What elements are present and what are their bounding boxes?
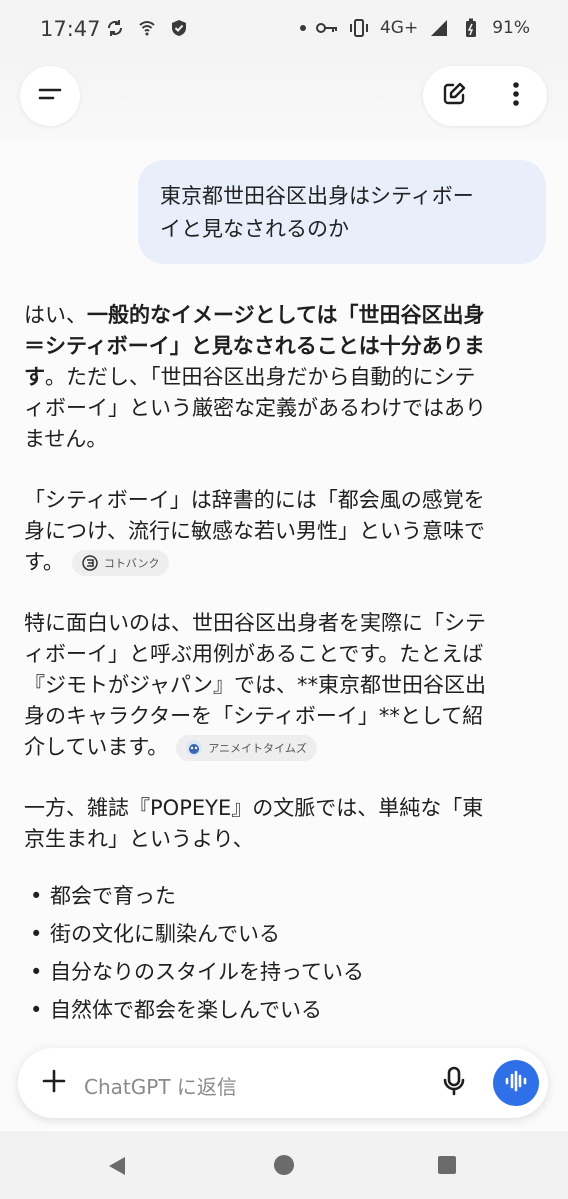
user-message-line: イと見なされるのか — [160, 217, 349, 241]
list-item: 街の文化に馴染んでいる — [24, 915, 544, 953]
response-bullet-list: 都会で育った 街の文化に馴染んでいる 自分なりのスタイルを持っている 自然体で都… — [24, 877, 544, 1029]
response-text: 。ただし、「世田谷区出身だから自動的にシテ — [45, 365, 476, 389]
status-right-icons: 4G+ 91% — [299, 17, 530, 39]
attach-button[interactable] — [32, 1061, 76, 1105]
list-item: 自然体で都会を楽しんでいる — [24, 991, 544, 1029]
sync-icon — [104, 17, 126, 39]
signal-icon — [428, 17, 450, 39]
composer: ChatGPT に返信 — [18, 1048, 548, 1118]
dot-icon — [299, 25, 306, 31]
list-item: 自分なりのスタイルを持っている — [24, 953, 544, 991]
response-text: 一方、雑誌『POPEYE』の文脈では、単純な「東 — [24, 796, 484, 820]
list-item: 都会で育った — [24, 877, 544, 915]
response-bold-text: す — [24, 365, 45, 389]
more-vertical-icon — [512, 81, 520, 111]
response-paragraph-1: はい、一般的なイメージとしては「世田谷区出身 ＝シティボーイ」と見なされることは… — [24, 300, 544, 455]
wifi-calling-icon — [136, 17, 158, 39]
status-left-icons — [104, 17, 190, 39]
response-text: 身につけ、流行に敏感な若い男性」という意味で — [24, 519, 485, 543]
voice-mode-icon — [504, 1070, 528, 1096]
dictate-button[interactable] — [432, 1061, 476, 1105]
response-paragraph-4: 一方、雑誌『POPEYE』の文脈では、単純な「東 京生まれ」というより、 — [24, 793, 544, 855]
voice-mode-button[interactable] — [493, 1060, 539, 1106]
response-text: す。 — [24, 550, 64, 574]
response-text: 介しています。 — [24, 735, 169, 759]
response-text: 特に面白いのは、世田谷区出身者を実際に「シテ — [24, 611, 486, 635]
recents-icon[interactable] — [438, 1156, 456, 1174]
microphone-icon — [442, 1066, 466, 1100]
response-text: 『ジモトがジャパン』では、**東京都世田谷区出 — [24, 673, 486, 697]
battery-icon — [460, 17, 482, 39]
response-text: 京生まれ」というより、 — [24, 827, 254, 851]
response-paragraph-2: 「シティボーイ」は辞書的には「都会風の感覚を 身につけ、流行に敏感な若い男性」と… — [24, 485, 544, 578]
menu-icon — [37, 84, 63, 108]
user-message-line: 東京都世田谷区出身はシティボー — [160, 184, 474, 208]
back-icon[interactable] — [106, 1155, 128, 1181]
animate-times-icon — [186, 740, 203, 756]
kotobank-icon — [82, 555, 98, 571]
more-options-button[interactable] — [485, 66, 547, 126]
compose-icon — [441, 81, 467, 111]
response-text: ィボーイ」と呼ぶ用例があることです。たとえば — [24, 642, 484, 666]
source-chip-animatetimes[interactable]: アニメイトタイムズ — [176, 735, 317, 761]
response-text: 「シティボーイ」は辞書的には「都会風の感覚を — [24, 488, 485, 512]
menu-button[interactable] — [20, 66, 80, 126]
source-chip-label: コトバンク — [103, 556, 160, 570]
status-bar: 17:47 4G+ 91% — [0, 0, 568, 58]
response-bold-text: ＝シティボーイ」と見なされることは十分ありま — [24, 334, 485, 358]
top-app-bar — [0, 58, 568, 140]
shield-icon — [168, 17, 190, 39]
network-label: 4G+ — [379, 18, 419, 38]
response-bold-text: 一般的なイメージとしては「世田谷区出身 — [87, 303, 485, 327]
response-text: ません。 — [24, 427, 108, 451]
home-icon[interactable] — [274, 1155, 294, 1175]
source-chip-label: アニメイトタイムズ — [208, 741, 307, 755]
plus-icon — [41, 1068, 67, 1098]
response-text: 身のキャラクターを「シティボーイ」**として紹 — [24, 704, 484, 728]
battery-percent: 91% — [492, 18, 530, 38]
vibrate-icon — [348, 17, 370, 39]
user-message-bubble[interactable]: 東京都世田谷区出身はシティボー イと見なされるのか — [138, 160, 546, 264]
chat-scroll-area[interactable]: 東京都世田谷区出身はシティボー イと見なされるのか はい、一般的なイメージとして… — [0, 140, 568, 1130]
header-actions — [423, 66, 547, 126]
status-time: 17:47 — [40, 17, 101, 41]
message-input[interactable]: ChatGPT に返信 — [84, 1071, 237, 1100]
source-chip-kotobank[interactable]: コトバンク — [71, 550, 170, 576]
assistant-response: はい、一般的なイメージとしては「世田谷区出身 ＝シティボーイ」と見なされることは… — [24, 300, 544, 1029]
response-text: はい、 — [24, 303, 87, 327]
response-text: ィボーイ」という厳密な定義があるわけではあり — [24, 396, 486, 420]
key-icon — [315, 17, 338, 39]
system-nav-bar — [0, 1131, 568, 1199]
response-paragraph-3: 特に面白いのは、世田谷区出身者を実際に「シテ ィボーイ」と呼ぶ用例があることです… — [24, 608, 544, 763]
new-chat-button[interactable] — [423, 66, 485, 126]
